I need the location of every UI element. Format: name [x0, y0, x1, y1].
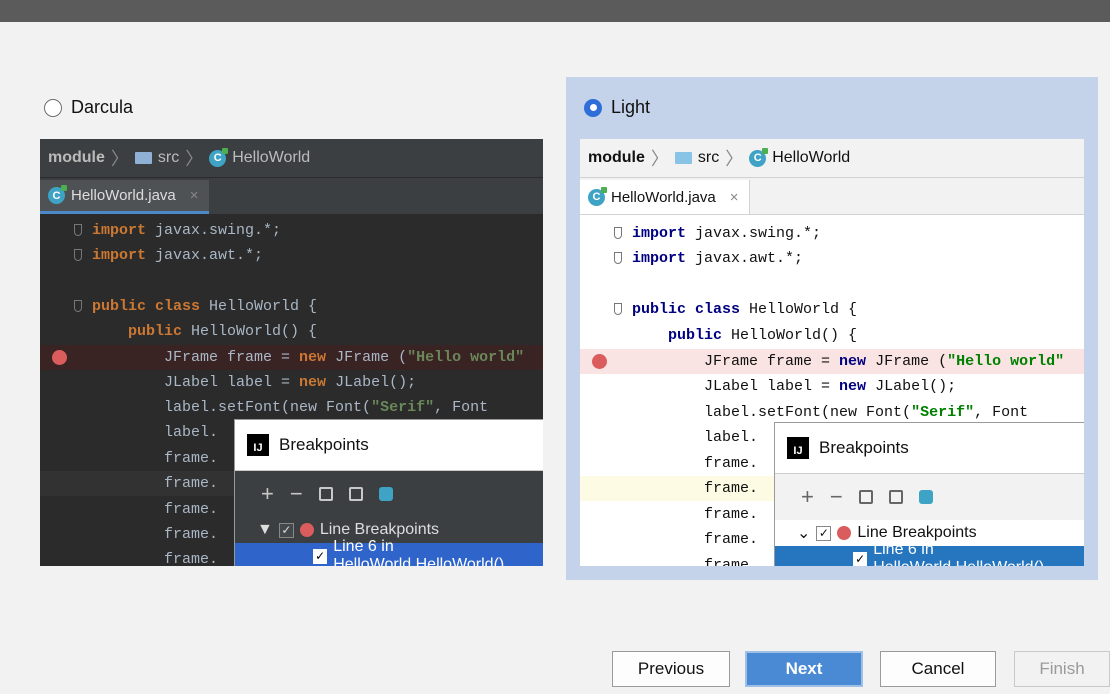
expand-arrow-icon[interactable]: ⌄: [797, 523, 810, 543]
remove-icon[interactable]: −: [290, 481, 303, 507]
theme-option-darcula[interactable]: Darcula: [44, 97, 133, 118]
java-class-icon: C: [209, 147, 229, 167]
intellij-icon: IJ: [787, 437, 809, 459]
darcula-preview: module 〉 src 〉 C HelloWorld C HelloWorld…: [40, 139, 543, 566]
breadcrumb: module 〉 src 〉 C HelloWorld: [40, 139, 543, 178]
dialog-toolbar: + −: [235, 471, 543, 517]
add-icon[interactable]: +: [801, 484, 814, 510]
dialog-toolbar: + −: [775, 474, 1084, 520]
theme-option-light[interactable]: Light: [584, 97, 650, 118]
code-line: import javax.awt.*;: [580, 246, 1084, 271]
code-line: JLabel label = new JLabel();: [704, 378, 957, 395]
code-line: public class HelloWorld {: [580, 297, 1084, 322]
code-line: import javax.swing.*;: [580, 221, 1084, 246]
group-icon[interactable]: [318, 487, 333, 501]
darcula-radio[interactable]: [44, 98, 62, 117]
dialog-title-bar: IJ Breakpoints: [235, 420, 543, 471]
breakpoint-line: JFrame frame = new JFrame ("Hello world": [40, 345, 543, 370]
breakpoint-icon: [299, 523, 314, 537]
close-icon: ×: [189, 187, 199, 204]
previous-button[interactable]: Previous: [612, 651, 730, 687]
class-filter-icon[interactable]: [918, 490, 933, 504]
code-line: import javax.swing.*;: [40, 218, 543, 243]
code-line: JLabel label = new JLabel();: [164, 374, 417, 391]
editor-tabs: C HelloWorld.java ×: [40, 178, 543, 214]
editor-tabs: C HelloWorld.java ×: [580, 178, 1084, 215]
light-label: Light: [611, 97, 651, 117]
breakpoint-icon[interactable]: [592, 354, 607, 369]
code-line: label.setFont(new Font("Serif", Font: [164, 399, 489, 416]
light-radio[interactable]: [584, 98, 602, 117]
breakpoints-dialog: IJ Breakpoints + − ⌄ ✓ Line Breakpoints …: [774, 422, 1084, 566]
expand-arrow-icon[interactable]: ▼: [257, 521, 273, 539]
code-line: public HelloWorld() {: [128, 323, 318, 340]
finish-button[interactable]: Finish: [1014, 651, 1110, 687]
code-line: public class HelloWorld {: [40, 294, 543, 319]
tree-item-line-6[interactable]: ✓ Line 6 in HelloWorld.HelloWorld(): [775, 541, 1084, 566]
light-preview: module 〉 src 〉 C HelloWorld C HelloWorld…: [580, 139, 1084, 566]
class-filter-icon[interactable]: [378, 487, 393, 501]
java-class-icon: C: [588, 186, 607, 206]
tree-item-line-6[interactable]: ✓ Line 6 in HelloWorld.HelloWorld(): [235, 538, 543, 566]
breakpoints-dialog: IJ Breakpoints + − ▼ ✓ Line Breakpoints …: [234, 419, 543, 566]
group-checkbox[interactable]: ✓: [278, 522, 294, 538]
remove-icon[interactable]: −: [830, 484, 843, 510]
tab-helloworld: C HelloWorld.java ×: [580, 180, 750, 214]
breakpoint-line: JFrame frame = new JFrame ("Hello world": [580, 349, 1084, 374]
breakpoint-icon: [837, 526, 852, 540]
item-checkbox[interactable]: ✓: [313, 548, 328, 564]
dialog-title-bar: IJ Breakpoints: [775, 423, 1084, 474]
darcula-label: Darcula: [71, 97, 134, 117]
next-button[interactable]: Next: [745, 651, 863, 687]
title-bar: [0, 0, 1110, 22]
java-class-icon: C: [749, 147, 769, 167]
export-icon[interactable]: [348, 487, 363, 501]
export-icon[interactable]: [888, 490, 903, 504]
folder-icon: [674, 152, 692, 164]
java-class-icon: C: [48, 185, 67, 204]
item-checkbox[interactable]: ✓: [853, 551, 868, 566]
group-checkbox[interactable]: ✓: [816, 525, 832, 541]
cancel-button[interactable]: Cancel: [880, 651, 996, 687]
close-icon: ×: [729, 188, 739, 206]
add-icon[interactable]: +: [261, 481, 274, 507]
code-line: import javax.awt.*;: [40, 243, 543, 268]
breadcrumb: module 〉 src 〉 C HelloWorld: [580, 139, 1084, 178]
folder-icon: [134, 152, 152, 164]
breakpoint-icon[interactable]: [52, 350, 67, 365]
code-line: public HelloWorld() {: [668, 327, 858, 344]
intellij-icon: IJ: [247, 434, 269, 456]
tab-helloworld: C HelloWorld.java ×: [40, 180, 209, 214]
group-icon[interactable]: [858, 490, 873, 504]
